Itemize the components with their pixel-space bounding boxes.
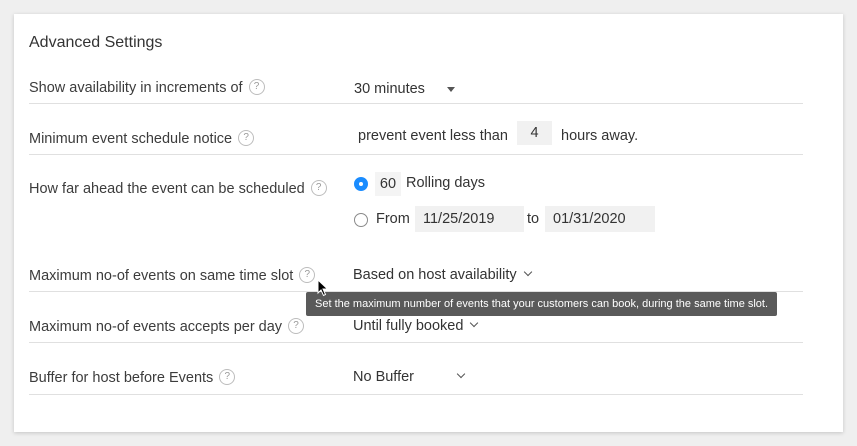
increments-select[interactable]: 30 minutes <box>354 81 455 97</box>
caret-down-icon <box>446 86 455 92</box>
buffer-label: Buffer for host before Events? <box>29 369 236 386</box>
same-slot-select[interactable]: Based on host availability <box>353 267 532 283</box>
advanced-settings-card: Advanced Settings Show availability in i… <box>14 14 843 432</box>
tooltip: Set the maximum number of events that yo… <box>306 292 778 316</box>
chevron-down-icon <box>470 318 479 328</box>
help-icon[interactable]: ? <box>219 369 236 386</box>
buffer-select[interactable]: No Buffer <box>353 369 466 385</box>
notice-hours-input[interactable]: 4 <box>517 121 552 145</box>
from-date-input[interactable]: 11/25/2019 <box>415 206 524 232</box>
per-day-select[interactable]: Until fully booked <box>353 318 479 334</box>
chevron-down-icon <box>523 267 532 277</box>
help-icon[interactable]: ? <box>248 79 265 96</box>
date-range-radio[interactable] <box>354 213 368 227</box>
divider <box>29 342 803 343</box>
to-label: to <box>527 211 540 227</box>
per-day-label: Maximum no-of events accepts per day? <box>29 318 305 335</box>
rolling-days-label: Rolling days <box>406 175 485 191</box>
notice-prefix: prevent event less than <box>358 128 508 144</box>
same-slot-label: Maximum no-of events on same time slot? <box>29 267 316 284</box>
to-date-input[interactable]: 01/31/2020 <box>545 206 655 232</box>
help-icon[interactable]: ? <box>310 180 327 197</box>
help-icon[interactable]: ? <box>299 267 316 284</box>
rolling-days-input[interactable]: 60 <box>375 172 401 196</box>
from-label: From <box>376 211 410 227</box>
chevron-down-icon <box>456 369 466 379</box>
section-title: Advanced Settings <box>29 34 163 51</box>
divider <box>29 394 803 395</box>
rolling-days-radio[interactable] <box>354 177 368 191</box>
increments-label: Show availability in increments of? <box>29 79 265 96</box>
divider <box>29 103 803 104</box>
divider <box>29 154 803 155</box>
mouse-cursor-icon <box>317 279 329 297</box>
notice-suffix: hours away. <box>561 128 639 144</box>
notice-label: Minimum event schedule notice? <box>29 130 255 147</box>
ahead-label: How far ahead the event can be scheduled… <box>29 180 327 197</box>
help-icon[interactable]: ? <box>238 130 255 147</box>
help-icon[interactable]: ? <box>288 318 305 335</box>
